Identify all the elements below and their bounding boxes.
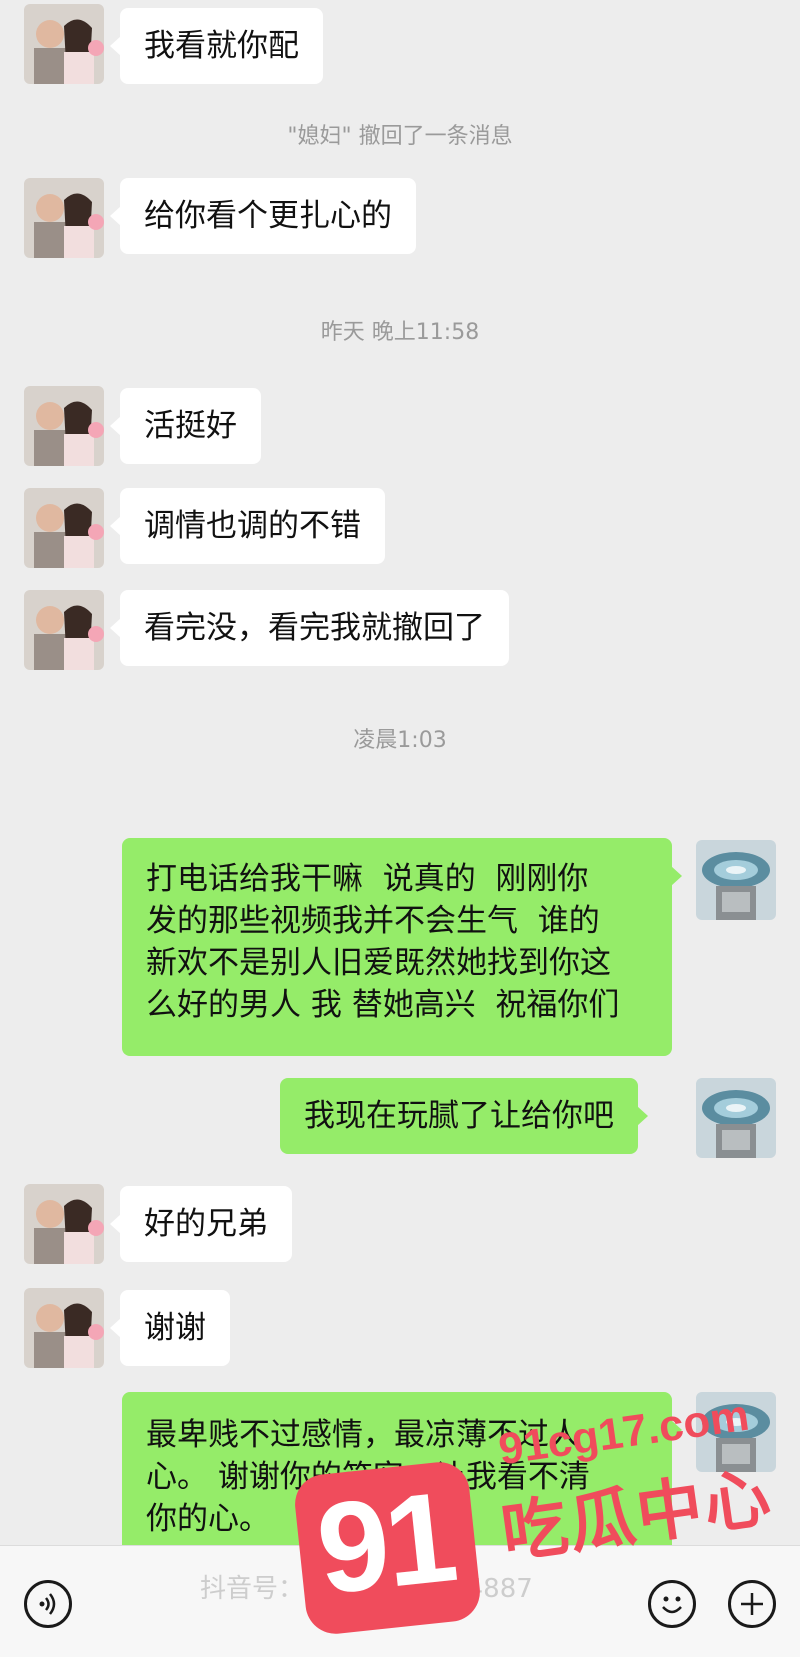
message-bubble-incoming[interactable]: 好的兄弟	[110, 1186, 292, 1262]
contact-avatar[interactable]	[24, 4, 104, 84]
user-avatar[interactable]	[696, 840, 776, 920]
contact-avatar[interactable]	[24, 1288, 104, 1368]
contact-avatar[interactable]	[24, 1184, 104, 1264]
timestamp: 昨天 晚上11:58	[320, 320, 480, 345]
voice-icon[interactable]	[24, 1580, 72, 1628]
timestamp: 凌晨1:03	[353, 728, 447, 753]
recall-notice: "媳妇" 撤回了一条消息	[287, 124, 513, 149]
contact-avatar[interactable]	[24, 590, 104, 670]
message-bubble-outgoing[interactable]: 我现在玩腻了让给你吧	[280, 1078, 648, 1154]
contact-avatar[interactable]	[24, 178, 104, 258]
contact-avatar[interactable]	[24, 488, 104, 568]
message-bubble-incoming[interactable]: 我看就你配	[110, 8, 323, 84]
message-bubble-incoming[interactable]: 活挺好	[110, 388, 261, 464]
message-bubble-incoming[interactable]: 谢谢	[110, 1290, 230, 1366]
message-bubble-incoming[interactable]: 给你看个更扎心的	[110, 178, 416, 254]
user-avatar[interactable]	[696, 1078, 776, 1158]
message-bubble-outgoing[interactable]: 打电话给我干嘛 说真的 刚刚你 发的那些视频我并不会生气 谁的 新欢不是别人旧爱…	[122, 838, 682, 1056]
site-logo-number: 91	[310, 1465, 460, 1622]
contact-avatar[interactable]	[24, 386, 104, 466]
chat-window: 我看就你配 "媳妇" 撤回了一条消息 给你看个更扎心的 昨天 晚上11:58 活…	[0, 0, 800, 1657]
message-bubble-incoming[interactable]: 调情也调的不错	[110, 488, 385, 564]
emoji-icon[interactable]	[648, 1580, 696, 1628]
message-bubble-incoming[interactable]: 看完没，看完我就撤回了	[110, 590, 509, 666]
plus-icon[interactable]	[728, 1580, 776, 1628]
